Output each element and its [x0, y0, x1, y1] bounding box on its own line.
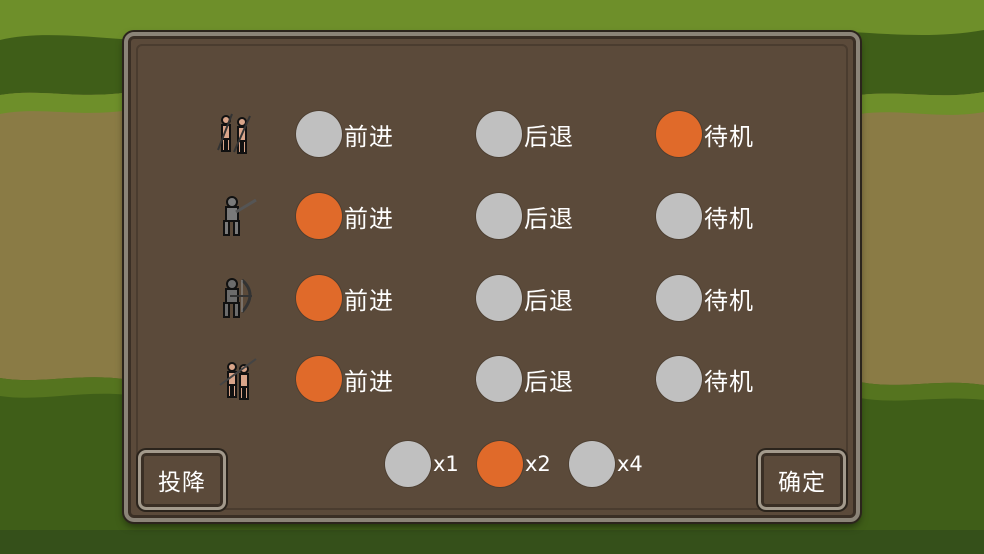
option-hold[interactable]: 待机: [656, 355, 754, 403]
spearman-pair-icon: [217, 113, 251, 154]
option-hold[interactable]: 待机: [656, 110, 754, 158]
option-label: 前进: [344, 204, 394, 233]
option-retreat[interactable]: 后退: [476, 192, 574, 240]
option-label: 前进: [344, 122, 394, 151]
radio-hold[interactable]: [656, 275, 702, 321]
radio-advance[interactable]: [296, 356, 342, 402]
speed-label: x2: [525, 452, 551, 476]
spearman-icon: [219, 358, 257, 400]
option-advance[interactable]: 前进: [296, 110, 394, 158]
option-advance[interactable]: 前进: [296, 192, 394, 240]
radio-hold[interactable]: [656, 193, 702, 239]
speed-label: x1: [433, 452, 459, 476]
option-label: 待机: [704, 367, 754, 396]
speed-label: x4: [617, 452, 643, 476]
soldier-icon: [223, 196, 257, 236]
radio-retreat[interactable]: [476, 193, 522, 239]
radio-hold[interactable]: [656, 111, 702, 157]
radio-speed-x4[interactable]: [569, 441, 615, 487]
option-label: 待机: [704, 204, 754, 233]
radio-retreat[interactable]: [476, 356, 522, 402]
option-label: 待机: [704, 286, 754, 315]
speed-x4[interactable]: x4: [569, 440, 643, 488]
option-hold[interactable]: 待机: [656, 274, 754, 322]
archer-icon: [223, 278, 252, 318]
option-label: 待机: [704, 122, 754, 151]
option-retreat[interactable]: 后退: [476, 110, 574, 158]
option-advance[interactable]: 前进: [296, 274, 394, 322]
radio-retreat[interactable]: [476, 275, 522, 321]
radio-speed-x2[interactable]: [477, 441, 523, 487]
surrender-button[interactable]: 投降: [138, 450, 226, 510]
option-label: 前进: [344, 367, 394, 396]
option-label: 后退: [524, 122, 574, 151]
radio-hold[interactable]: [656, 356, 702, 402]
option-label: 后退: [524, 286, 574, 315]
option-label: 后退: [524, 204, 574, 233]
speed-x2[interactable]: x2: [477, 440, 551, 488]
radio-advance[interactable]: [296, 193, 342, 239]
option-label: 后退: [524, 367, 574, 396]
confirm-button[interactable]: 确定: [758, 450, 846, 510]
radio-advance[interactable]: [296, 275, 342, 321]
speed-x1[interactable]: x1: [385, 440, 459, 488]
radio-advance[interactable]: [296, 111, 342, 157]
option-advance[interactable]: 前进: [296, 355, 394, 403]
option-retreat[interactable]: 后退: [476, 274, 574, 322]
radio-speed-x1[interactable]: [385, 441, 431, 487]
option-retreat[interactable]: 后退: [476, 355, 574, 403]
option-label: 前进: [344, 286, 394, 315]
radio-retreat[interactable]: [476, 111, 522, 157]
option-hold[interactable]: 待机: [656, 192, 754, 240]
